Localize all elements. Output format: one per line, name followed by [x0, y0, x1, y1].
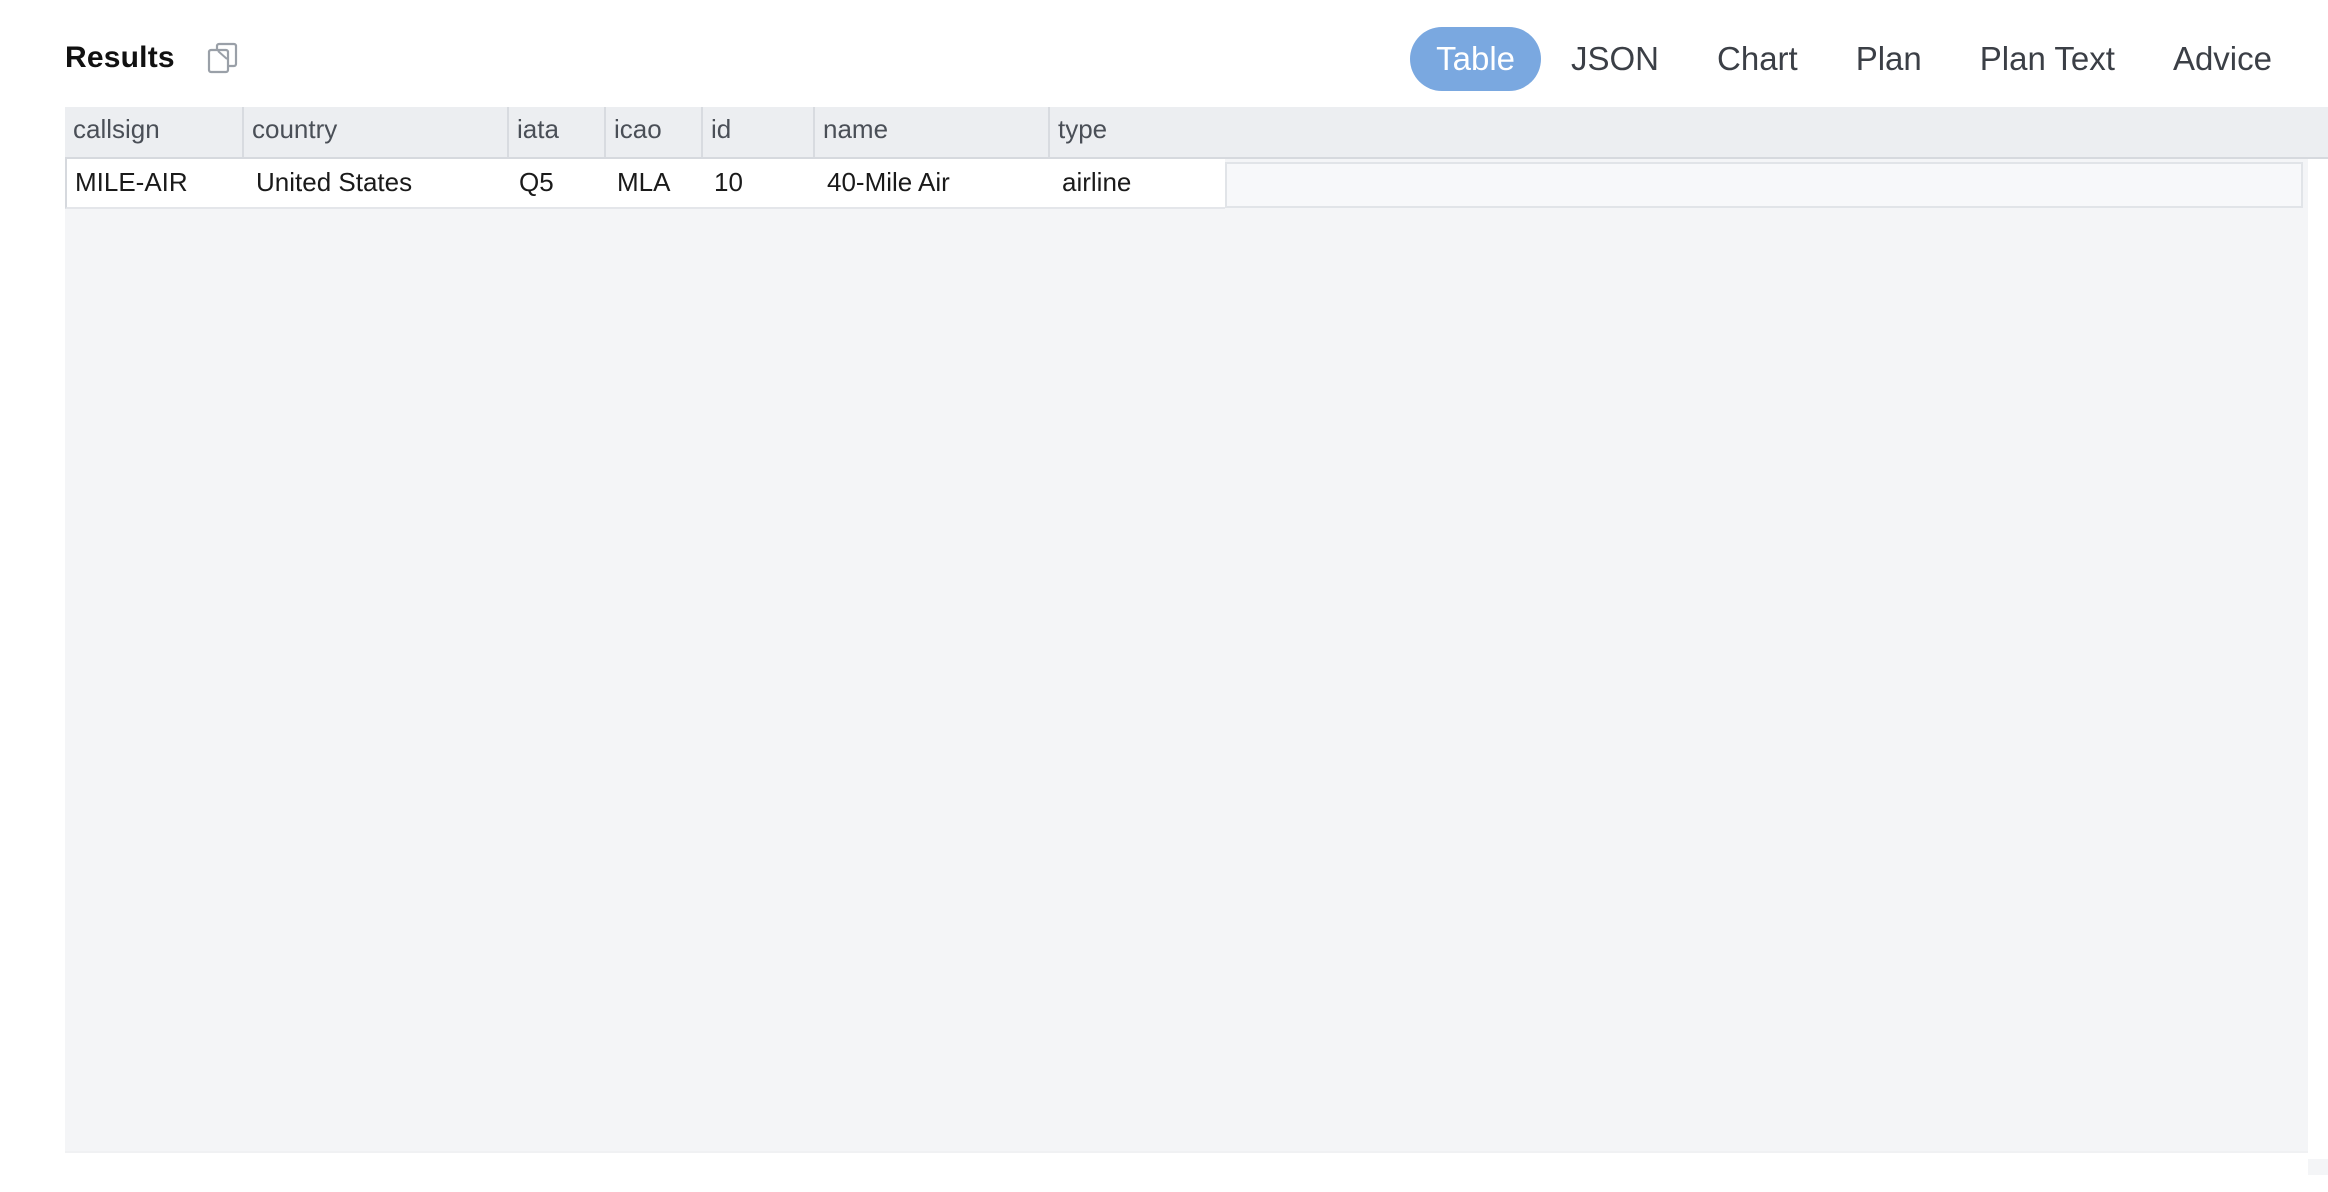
results-header: Results [65, 24, 241, 92]
tab-advice[interactable]: Advice [2145, 27, 2300, 91]
column-header-country[interactable]: country [244, 107, 509, 157]
cell-callsign: MILE-AIR [75, 167, 188, 197]
results-panel: Results Table JSON Chart Plan Plan Text … [0, 0, 2328, 1192]
tab-table[interactable]: Table [1410, 27, 1541, 91]
cell-name: 40-Mile Air [827, 167, 950, 197]
cell-type: airline [1062, 167, 1132, 197]
column-header-icao[interactable]: icao [606, 107, 703, 157]
tab-json[interactable]: JSON [1543, 27, 1687, 91]
vertical-scrollbar[interactable] [2308, 159, 2328, 1159]
table-row[interactable]: MILE-AIR United States Q5 MLA 10 40-Mile… [65, 159, 1225, 209]
column-header-iata[interactable]: iata [509, 107, 606, 157]
cell-id: 10 [714, 167, 743, 197]
column-header-name[interactable]: name [815, 107, 1050, 157]
results-title: Results [65, 41, 175, 74]
column-header-callsign[interactable]: callsign [65, 107, 244, 157]
column-header-type[interactable]: type [1050, 107, 1225, 157]
results-grid: callsign country iata icao id name type … [65, 107, 2328, 1175]
column-header-id[interactable]: id [703, 107, 815, 157]
view-tabs: Table JSON Chart Plan Plan Text Advice [1410, 26, 2300, 92]
grid-header-row: callsign country iata icao id name type [65, 107, 2328, 159]
row-filler [1225, 162, 2303, 208]
copy-icon[interactable] [205, 40, 241, 76]
tab-chart[interactable]: Chart [1689, 27, 1826, 91]
cell-iata: Q5 [519, 167, 554, 197]
cell-country: United States [256, 167, 413, 197]
tab-plan[interactable]: Plan [1828, 27, 1950, 91]
cell-icao: MLA [617, 167, 671, 197]
horizontal-scrollbar[interactable] [65, 1151, 2308, 1175]
tab-plan-text[interactable]: Plan Text [1952, 27, 2143, 91]
